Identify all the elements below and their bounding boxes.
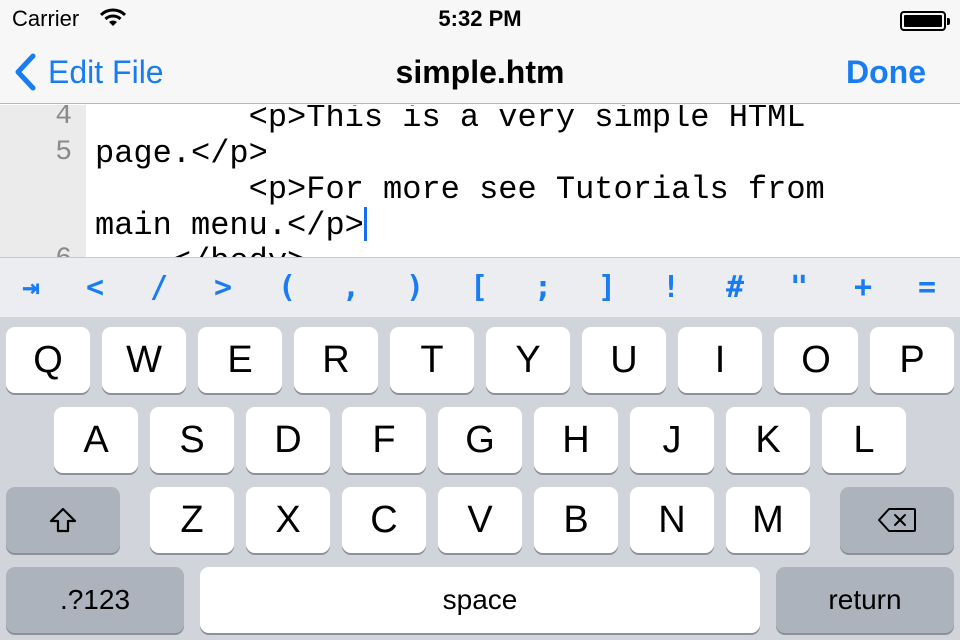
code-line: <p>This is a very simple HTML <box>95 105 806 136</box>
key-v[interactable]: V <box>438 487 522 553</box>
battery-icon <box>900 11 950 31</box>
tab-key[interactable]: ⇥ <box>11 268 51 308</box>
code-line: main menu.</p> <box>95 207 367 244</box>
key-a[interactable]: A <box>54 407 138 473</box>
code-accessory-bar: ⇥ < / > ( , ) [ ; ] ! # " + = <box>0 257 960 317</box>
text-caret <box>363 207 367 241</box>
key-t[interactable]: T <box>390 327 474 393</box>
numbers-key[interactable]: .?123 <box>6 567 184 633</box>
key-g[interactable]: G <box>438 407 522 473</box>
key-q[interactable]: Q <box>6 327 90 393</box>
shift-icon <box>6 487 120 553</box>
key-c[interactable]: C <box>342 487 426 553</box>
key-o[interactable]: O <box>774 327 858 393</box>
delete-key[interactable] <box>840 487 954 553</box>
less-than-key[interactable]: < <box>75 268 115 308</box>
hash-key[interactable]: # <box>715 268 755 308</box>
space-key[interactable]: space <box>200 567 760 633</box>
line-number: 6 <box>0 244 72 257</box>
key-k[interactable]: K <box>726 407 810 473</box>
page-title: simple.htm <box>395 54 565 90</box>
key-s[interactable]: S <box>150 407 234 473</box>
key-d[interactable]: D <box>246 407 330 473</box>
key-i[interactable]: I <box>678 327 762 393</box>
code-line: <p>For more see Tutorials from <box>95 171 825 208</box>
open-paren-key[interactable]: ( <box>267 268 307 308</box>
close-paren-key[interactable]: ) <box>395 268 435 308</box>
code-editor[interactable]: 4 5 6 <p>This is a very simple HTML page… <box>0 105 960 257</box>
key-l[interactable]: L <box>822 407 906 473</box>
key-p[interactable]: P <box>870 327 954 393</box>
open-bracket-key[interactable]: [ <box>459 268 499 308</box>
return-key[interactable]: return <box>776 567 954 633</box>
key-m[interactable]: M <box>726 487 810 553</box>
code-line: page.</p> <box>95 135 268 172</box>
delete-icon <box>840 487 954 553</box>
close-bracket-key[interactable]: ] <box>587 268 627 308</box>
shift-key[interactable] <box>6 487 120 553</box>
code-line-text: main menu.</p> <box>95 207 364 244</box>
double-quote-key[interactable]: " <box>779 268 819 308</box>
key-z[interactable]: Z <box>150 487 234 553</box>
key-n[interactable]: N <box>630 487 714 553</box>
key-e[interactable]: E <box>198 327 282 393</box>
key-f[interactable]: F <box>342 407 426 473</box>
status-time: 5:32 PM <box>438 6 522 31</box>
key-u[interactable]: U <box>582 327 666 393</box>
slash-key[interactable]: / <box>139 268 179 308</box>
keyboard: Q W E R T Y U I O P A S D F G H J K L Z … <box>0 317 960 640</box>
key-x[interactable]: X <box>246 487 330 553</box>
key-r[interactable]: R <box>294 327 378 393</box>
done-button[interactable]: Done <box>846 54 926 91</box>
key-h[interactable]: H <box>534 407 618 473</box>
exclamation-key[interactable]: ! <box>651 268 691 308</box>
line-number: 5 <box>55 137 72 168</box>
line-number: 4 <box>55 105 72 132</box>
key-y[interactable]: Y <box>486 327 570 393</box>
key-b[interactable]: B <box>534 487 618 553</box>
semicolon-key[interactable]: ; <box>523 268 563 308</box>
line-number-gutter: 4 5 6 <box>0 105 86 257</box>
key-j[interactable]: J <box>630 407 714 473</box>
plus-key[interactable]: + <box>843 268 883 308</box>
greater-than-key[interactable]: > <box>203 268 243 308</box>
navigation-bar: Edit File simple.htm Done <box>0 40 960 104</box>
status-bar: Carrier 5:32 PM <box>0 0 960 40</box>
comma-key[interactable]: , <box>331 268 371 308</box>
key-w[interactable]: W <box>102 327 186 393</box>
equals-key[interactable]: = <box>907 268 947 308</box>
code-line: </body> <box>95 243 306 257</box>
